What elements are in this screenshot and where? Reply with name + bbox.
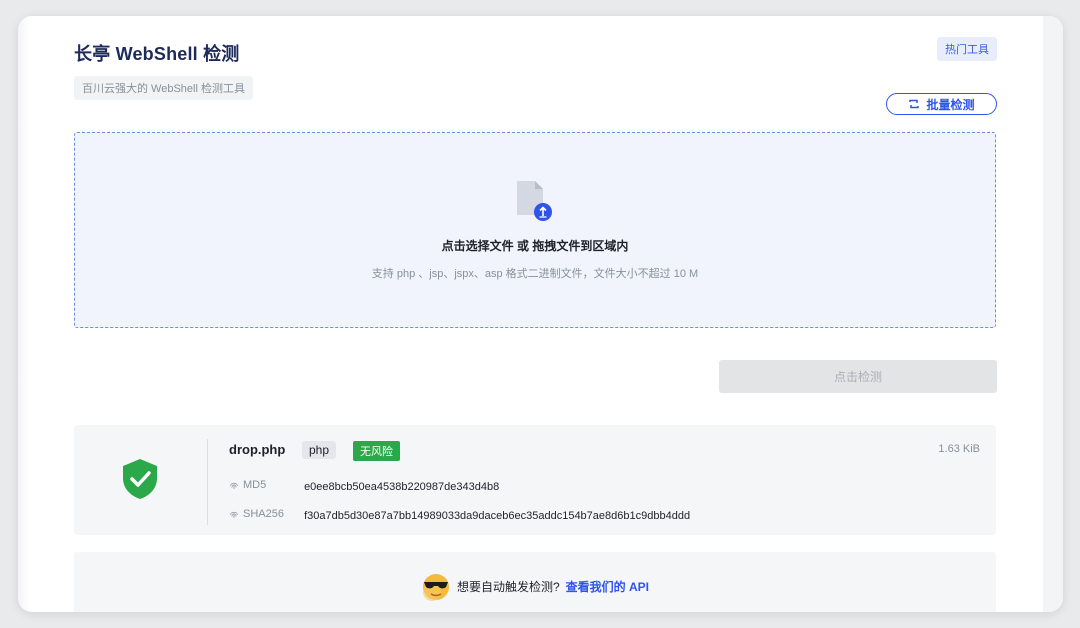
result-divider xyxy=(207,439,208,525)
refresh-icon xyxy=(909,99,920,109)
file-size: 1.63 KiB xyxy=(938,443,980,455)
scrollbar-track[interactable] xyxy=(1043,16,1063,612)
api-banner-text: 想要自动触发检测? xyxy=(456,579,560,594)
md5-value: e0ee8bcb50ea4538b220987de343d4b8 xyxy=(304,481,500,493)
page-title: 长亭 WebShell 检测 xyxy=(74,44,240,64)
sha256-value: f30a7db5d30e87a7bb14989033da9daceb6ec35a… xyxy=(304,510,691,522)
file-name: drop.php xyxy=(229,442,286,457)
hot-tool-badge: 热门工具 xyxy=(937,37,997,61)
fingerprint-icon xyxy=(230,482,238,489)
shield-check-icon xyxy=(123,459,157,499)
file-ext-badge: php xyxy=(302,441,337,459)
batch-detect-button[interactable]: 批量检测 xyxy=(886,93,997,115)
left-edge xyxy=(18,16,30,612)
api-docs-link[interactable]: 查看我们的 API xyxy=(566,578,649,595)
md5-label: MD5 xyxy=(243,479,267,491)
api-banner-content: 想要自动触发检测? 查看我们的 API xyxy=(74,570,996,602)
sha256-label: SHA256 xyxy=(243,508,284,520)
fingerprint-icon xyxy=(230,511,238,518)
cool-face-emoji-icon xyxy=(422,574,449,601)
start-detect-button[interactable]: 点击检测 xyxy=(719,360,997,393)
risk-status-badge: 无风险 xyxy=(353,441,400,461)
file-dropzone[interactable]: 点击选择文件 或 拖拽文件到区域内 支持 php 、jsp、jspx、asp 格… xyxy=(74,132,996,328)
api-banner: 想要自动触发检测? 查看我们的 API xyxy=(74,552,996,612)
batch-detect-label: 批量检测 xyxy=(926,97,975,112)
sha256-key: SHA256 xyxy=(229,508,301,520)
file-upload-icon xyxy=(517,181,552,221)
dropzone-hint-text: 支持 php 、jsp、jspx、asp 格式二进制文件，文件大小不超过 10 … xyxy=(371,268,699,280)
page-subtitle: 百川云强大的 WebShell 检测工具 xyxy=(74,76,253,100)
app-window: 长亭 WebShell 检测 百川云强大的 WebShell 检测工具 热门工具… xyxy=(18,16,1063,612)
md5-key: MD5 xyxy=(229,479,301,491)
result-card: drop.php php 无风险 1.63 KiB MD5 e0ee8bcb50… xyxy=(74,425,996,535)
md5-row: MD5 e0ee8bcb50ea4538b220987de343d4b8 xyxy=(229,479,499,493)
sha256-row: SHA256 f30a7db5d30e87a7bb14989033da9dace… xyxy=(229,508,690,522)
page-header: 长亭 WebShell 检测 百川云强大的 WebShell 检测工具 xyxy=(74,40,253,100)
dropzone-main-text: 点击选择文件 或 拖拽文件到区域内 xyxy=(441,239,629,253)
